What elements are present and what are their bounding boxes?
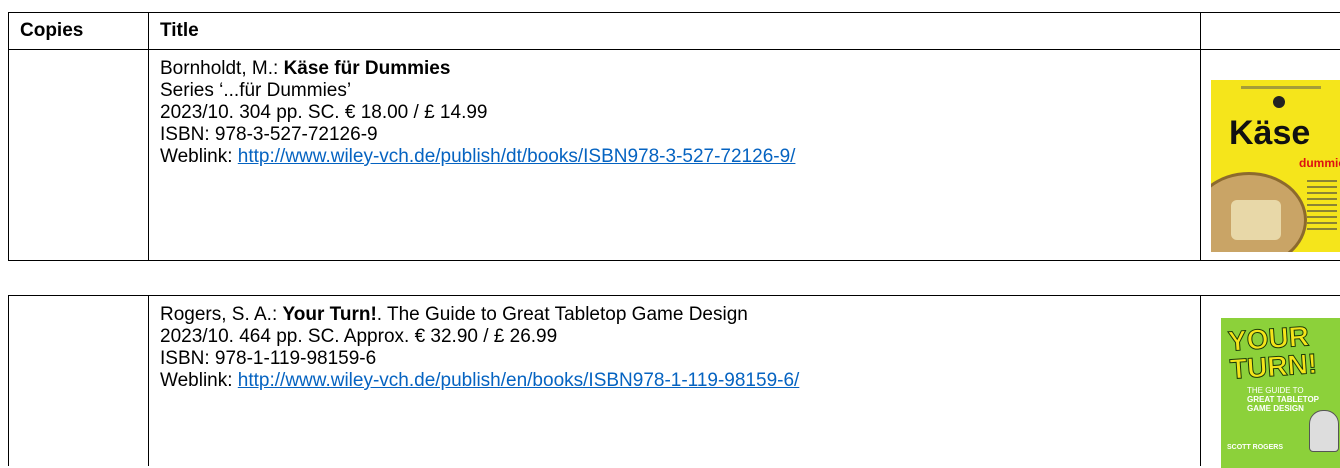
book-cover-image: Käse dummies bbox=[1211, 80, 1340, 252]
title-header: Title bbox=[148, 12, 1201, 50]
book-info-cell: Rogers, S. A.: Your Turn!. The Guide to … bbox=[148, 295, 1201, 466]
cover-header bbox=[1200, 12, 1340, 50]
book-table-2: Rogers, S. A.: Your Turn!. The Guide to … bbox=[8, 295, 1340, 468]
cover-subtitle-line: THE GUIDE TO bbox=[1247, 386, 1304, 395]
cover-title: Käse bbox=[1229, 114, 1311, 152]
weblink-line: Weblink: http://www.wiley-vch.de/publish… bbox=[160, 370, 1200, 392]
cheese-slice-icon bbox=[1231, 200, 1281, 240]
cover-blurb bbox=[1307, 180, 1337, 230]
character-illustration-icon bbox=[1309, 410, 1339, 452]
cover-author: SCOTT ROGERS bbox=[1227, 444, 1284, 451]
copies-input-cell[interactable] bbox=[8, 49, 149, 261]
cover-cell: YOUR TURN! THE GUIDE TO GREAT TABLETOP GA… bbox=[1200, 295, 1340, 468]
book-author: Rogers, S. A.: bbox=[160, 304, 283, 325]
book-info-cell: Bornholdt, M.: Käse für Dummies Series ‘… bbox=[148, 49, 1201, 261]
book-table-1: Copies Title Bornholdt, M.: Käse für Dum… bbox=[8, 12, 1340, 261]
book-author: Bornholdt, M.: bbox=[160, 58, 284, 79]
book-cover-image: YOUR TURN! THE GUIDE TO GREAT TABLETOP GA… bbox=[1221, 318, 1340, 468]
author-title-line: Rogers, S. A.: Your Turn!. The Guide to … bbox=[160, 304, 1200, 326]
weblink-label: Weblink: bbox=[160, 146, 238, 167]
book-title: Your Turn! bbox=[282, 304, 377, 325]
cover-topline bbox=[1241, 86, 1321, 89]
book-title: Käse für Dummies bbox=[283, 58, 451, 79]
dummies-logo-icon bbox=[1273, 96, 1285, 108]
cover-cell: Käse dummies bbox=[1200, 49, 1340, 261]
weblink-line: Weblink: http://www.wiley-vch.de/publish… bbox=[160, 146, 1200, 168]
cover-subtitle: THE GUIDE TO GREAT TABLETOP GAME DESIGN bbox=[1247, 386, 1340, 413]
book-details: 2023/10. 304 pp. SC. € 18.00 / £ 14.99 bbox=[160, 102, 488, 123]
weblink-link[interactable]: http://www.wiley-vch.de/publish/en/books… bbox=[238, 370, 800, 391]
weblink-label: Weblink: bbox=[160, 370, 238, 391]
cover-title: YOUR TURN! bbox=[1227, 320, 1319, 386]
author-title-line: Bornholdt, M.: Käse für Dummies bbox=[160, 58, 1200, 80]
book-series: Series ‘...für Dummies’ bbox=[160, 80, 352, 101]
table-row: Rogers, S. A.: Your Turn!. The Guide to … bbox=[8, 295, 1340, 468]
table-header-row: Copies Title bbox=[8, 12, 1340, 50]
cover-brand: dummies bbox=[1299, 156, 1340, 170]
copies-input-cell[interactable] bbox=[8, 295, 149, 466]
book-isbn: ISBN: 978-3-527-72126-9 bbox=[160, 124, 378, 145]
weblink-link[interactable]: http://www.wiley-vch.de/publish/dt/books… bbox=[238, 146, 796, 167]
cover-subtitle-bold: GREAT TABLETOP GAME DESIGN bbox=[1247, 395, 1319, 413]
book-details: 2023/10. 464 pp. SC. Approx. € 32.90 / £… bbox=[160, 326, 558, 347]
book-title-rest: . The Guide to Great Tabletop Game Desig… bbox=[376, 304, 748, 325]
book-isbn: ISBN: 978-1-119-98159-6 bbox=[160, 348, 377, 369]
copies-header: Copies bbox=[8, 12, 149, 50]
table-row: Bornholdt, M.: Käse für Dummies Series ‘… bbox=[8, 49, 1340, 261]
